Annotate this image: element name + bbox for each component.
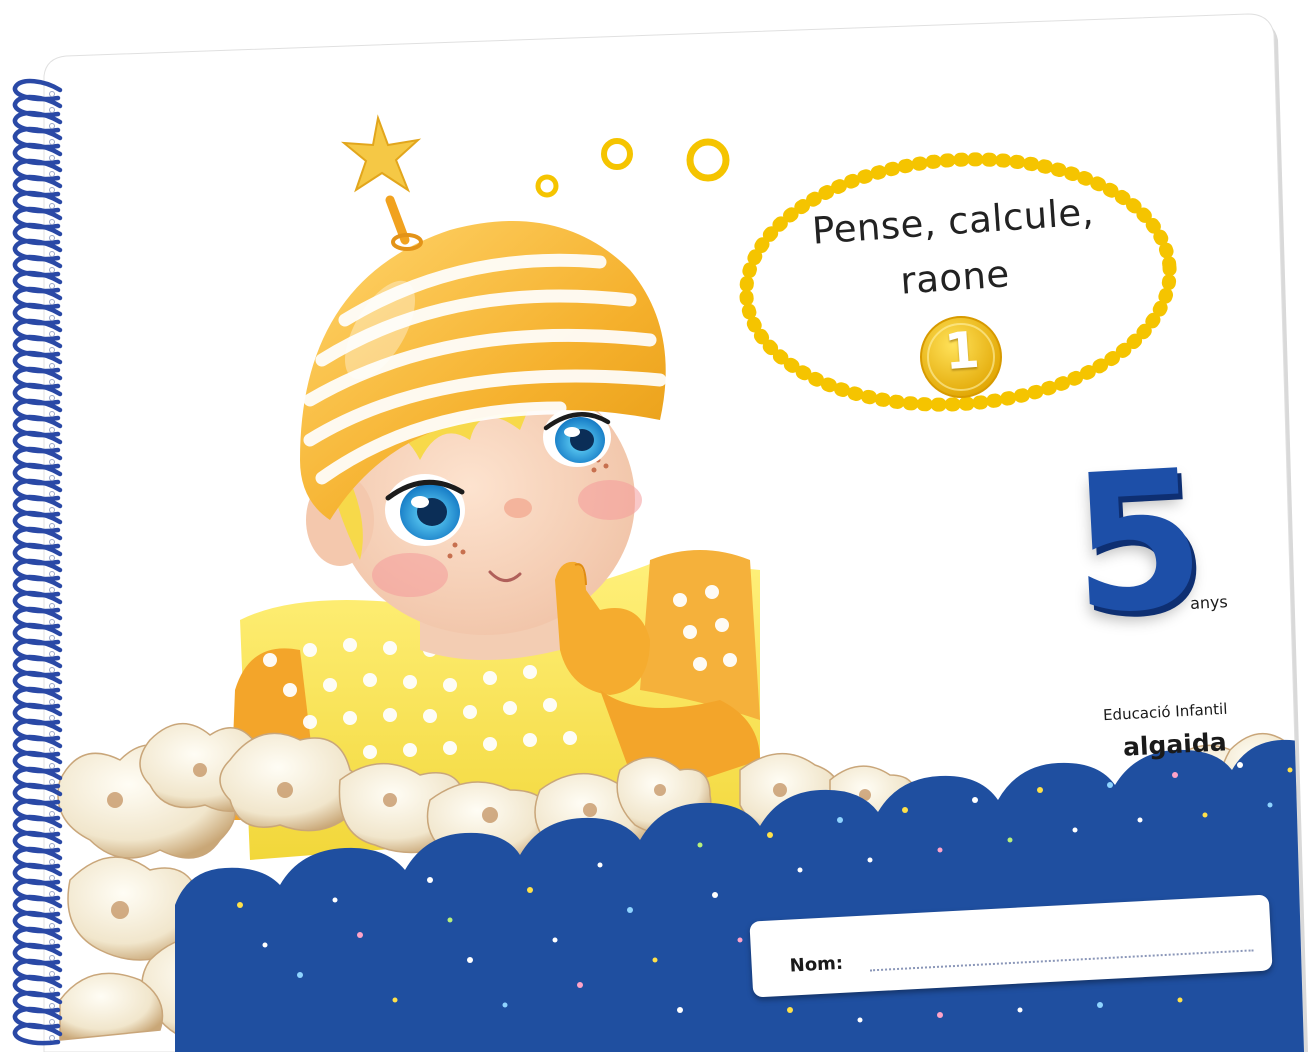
- volume-number: 1: [942, 320, 982, 382]
- binding-hole: [49, 763, 55, 769]
- binding-hole: [49, 107, 55, 113]
- binding-hole: [49, 891, 55, 897]
- age-unit: anys: [1189, 592, 1229, 613]
- binding-hole: [49, 123, 55, 129]
- binding-hole: [49, 859, 55, 865]
- binding-hole: [49, 939, 55, 945]
- binding-hole: [49, 267, 55, 273]
- binding-hole: [49, 475, 55, 481]
- binding-hole: [49, 235, 55, 241]
- binding-hole: [49, 203, 55, 209]
- binding-hole: [49, 411, 55, 417]
- binding-hole: [49, 539, 55, 545]
- binding-hole: [49, 843, 55, 849]
- binding-hole: [49, 875, 55, 881]
- binding-hole: [49, 747, 55, 753]
- name-label: Nom:: [789, 952, 844, 977]
- binding-hole: [49, 699, 55, 705]
- binding-hole: [49, 299, 55, 305]
- binding-hole: [49, 683, 55, 689]
- binding-hole: [49, 651, 55, 657]
- name-line[interactable]: [870, 949, 1254, 972]
- binding-hole: [49, 667, 55, 673]
- binding-hole: [49, 923, 55, 929]
- binding-hole: [49, 491, 55, 497]
- binding-hole: [49, 523, 55, 529]
- binding-hole: [49, 139, 55, 145]
- binding-hole: [49, 91, 55, 97]
- binding-hole: [49, 635, 55, 641]
- binding-hole: [49, 363, 55, 369]
- binding-hole: [49, 971, 55, 977]
- binding-hole: [49, 1035, 55, 1041]
- binding-hole: [49, 827, 55, 833]
- binding-hole: [49, 731, 55, 737]
- binding-hole: [49, 715, 55, 721]
- binding-hole: [49, 251, 55, 257]
- binding-hole: [49, 1003, 55, 1009]
- binding-hole: [49, 555, 55, 561]
- binding-hole: [49, 219, 55, 225]
- binding-hole: [49, 603, 55, 609]
- binding-hole: [49, 955, 55, 961]
- binding-hole: [49, 987, 55, 993]
- binding-hole: [49, 907, 55, 913]
- spiral-binding-icon: [12, 78, 63, 1046]
- age-number: 5: [1066, 428, 1210, 657]
- binding-hole: [49, 427, 55, 433]
- binding-hole: [49, 1019, 55, 1025]
- binding-hole: [49, 619, 55, 625]
- binding-hole: [49, 571, 55, 577]
- binding-hole: [49, 811, 55, 817]
- publisher-logo: algaida: [1122, 727, 1228, 762]
- binding-hole: [49, 331, 55, 337]
- binding-hole: [49, 155, 55, 161]
- binding-hole: [49, 379, 55, 385]
- binding-hole: [49, 315, 55, 321]
- binding-hole: [49, 779, 55, 785]
- binding-hole: [49, 587, 55, 593]
- binding-hole: [49, 795, 55, 801]
- binding-hole: [49, 283, 55, 289]
- binding-hole: [49, 443, 55, 449]
- binding-hole: [49, 507, 55, 513]
- binding-hole: [49, 187, 55, 193]
- binding-hole: [49, 459, 55, 465]
- binding-hole: [49, 347, 55, 353]
- binding-hole: [49, 395, 55, 401]
- binding-hole: [49, 171, 55, 177]
